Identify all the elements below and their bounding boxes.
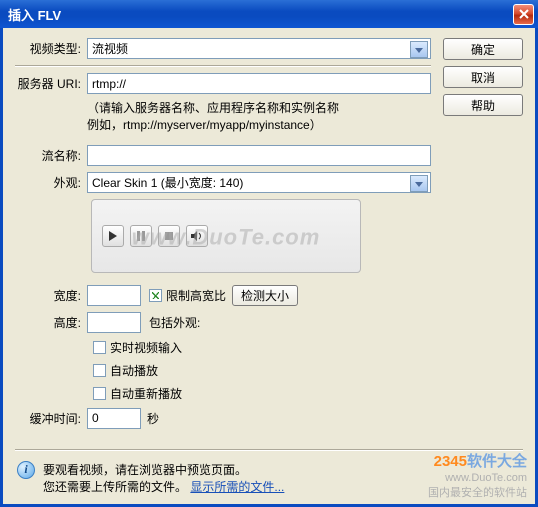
constrain-checkbox[interactable] — [149, 289, 162, 302]
show-files-link[interactable]: 显示所需的文件... — [190, 480, 284, 494]
cancel-button[interactable]: 取消 — [443, 66, 523, 88]
autoplay-label: 自动播放 — [110, 362, 158, 379]
footer-line2: 您还需要上传所需的文件。 — [43, 480, 187, 494]
seconds-label: 秒 — [147, 410, 159, 427]
footer: i 要观看视频，请在浏览器中预览页面。 您还需要上传所需的文件。 显示所需的文件… — [15, 457, 523, 495]
stop-icon — [164, 231, 174, 241]
volume-button[interactable] — [186, 225, 208, 247]
dialog-body: 视频类型: 流视频 服务器 URI: rtmp:// （请输入服务器名称、应用程… — [0, 28, 538, 507]
skin-preview: www.DuoTe.com — [91, 199, 361, 273]
ok-button[interactable]: 确定 — [443, 38, 523, 60]
pause-button[interactable] — [130, 225, 152, 247]
autorewind-label: 自动重新播放 — [110, 385, 182, 402]
volume-icon — [191, 231, 203, 241]
pause-icon — [136, 231, 146, 241]
skin-label: 外观: — [15, 174, 87, 191]
height-input[interactable] — [87, 312, 141, 333]
video-type-label: 视频类型: — [15, 40, 87, 57]
width-label: 宽度: — [15, 287, 87, 304]
constrain-label: 限制高宽比 — [166, 287, 226, 304]
help-button[interactable]: 帮助 — [443, 94, 523, 116]
close-icon — [519, 9, 529, 19]
separator — [15, 65, 431, 67]
stop-button[interactable] — [158, 225, 180, 247]
form-area: 视频类型: 流视频 服务器 URI: rtmp:// （请输入服务器名称、应用程… — [15, 38, 431, 435]
autoplay-checkbox[interactable] — [93, 364, 106, 377]
server-uri-label: 服务器 URI: — [15, 75, 87, 92]
detect-size-button[interactable]: 检测大小 — [232, 285, 298, 306]
autorewind-checkbox[interactable] — [93, 387, 106, 400]
server-uri-input[interactable]: rtmp:// — [87, 73, 431, 94]
stream-name-label: 流名称: — [15, 147, 87, 164]
skin-select[interactable]: Clear Skin 1 (最小宽度: 140) — [87, 172, 431, 193]
buffer-time-label: 缓冲时间: — [15, 410, 87, 427]
server-uri-hint: （请输入服务器名称、应用程序名称和实例名称 例如，rtmp://myserver… — [87, 100, 431, 135]
live-input-checkbox[interactable] — [93, 341, 106, 354]
window-title: 插入 FLV — [8, 5, 61, 24]
buffer-time-input[interactable]: 0 — [87, 408, 141, 429]
live-input-label: 实时视频输入 — [110, 339, 182, 356]
close-button[interactable] — [513, 4, 534, 25]
info-icon: i — [17, 461, 35, 479]
width-input[interactable] — [87, 285, 141, 306]
footer-line1: 要观看视频，请在浏览器中预览页面。 — [43, 461, 284, 478]
height-label: 高度: — [15, 314, 87, 331]
video-type-select[interactable]: 流视频 — [87, 38, 431, 59]
titlebar: 插入 FLV — [0, 0, 538, 28]
button-column: 确定 取消 帮助 — [443, 38, 523, 435]
separator-footer — [15, 449, 523, 451]
play-icon — [108, 231, 118, 241]
play-button[interactable] — [102, 225, 124, 247]
include-skin-label: 包括外观: — [149, 314, 200, 331]
stream-name-input[interactable] — [87, 145, 431, 166]
